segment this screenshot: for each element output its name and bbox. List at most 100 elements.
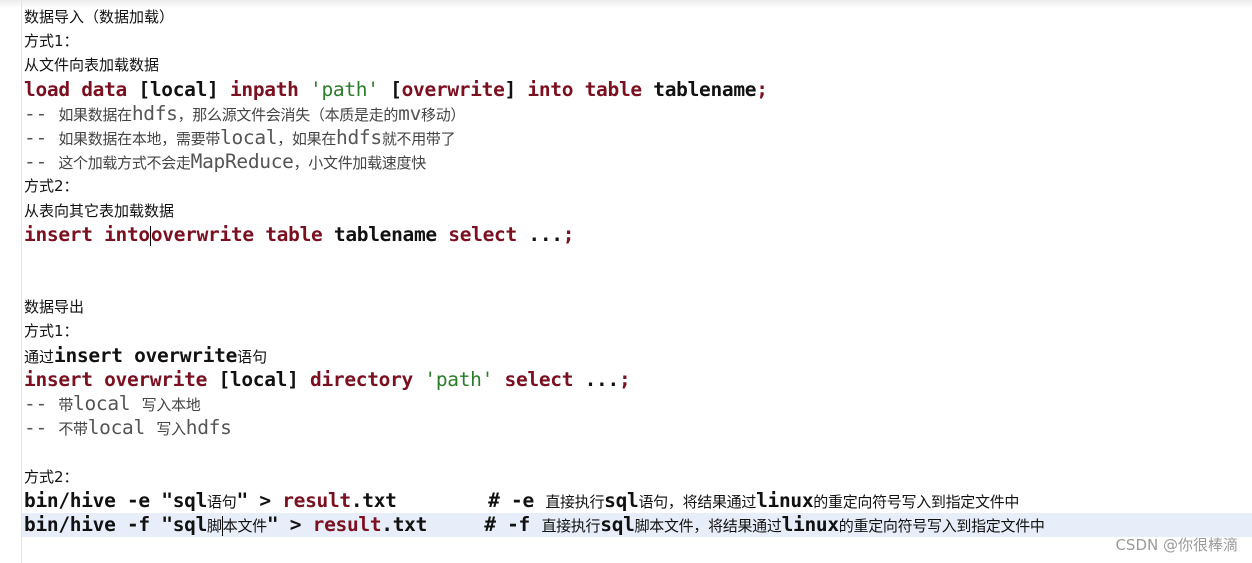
editor-line[interactable]: 方式1： [24,29,1252,53]
keyword-token: overwrite table [150,222,334,246]
keyword-token: result [312,512,382,536]
editor-line[interactable]: bin/hive -f "sql脚本文件" > result.txt # -f … [22,512,1252,538]
keyword-token: select [504,367,585,391]
text-token: [local] [138,77,230,101]
text-token: [ [378,77,402,101]
editor-line[interactable]: -- 如果数据在本地，需要带local，如果在hdfs就不用带了 [24,126,1252,150]
keyword-token: into table [527,77,654,101]
editor-line[interactable]: 方式1： [24,319,1252,343]
editor-line[interactable]: -- 不带local 写入hdfs [24,416,1252,440]
text-token: 的重定向符号写入到指定文件中 [813,492,1020,511]
text-token: 数据导出 [24,298,85,317]
comment-token: hdfs [336,125,382,149]
text-token: linux [781,512,840,536]
keyword-token: ; [756,77,768,101]
text-token: 语句 [207,492,237,511]
comment-token: hdfs [185,416,232,440]
comment-token: 就不用带了 [381,129,456,148]
text-token: .txt # -f [381,512,542,536]
keyword-token: load data [24,77,139,101]
text-token: 直接执行 [545,492,605,511]
text-token: 语句 [237,347,268,366]
text-token: 方式2： [24,467,79,486]
keyword-token: directory [310,367,425,391]
empty-line[interactable] [24,271,1252,295]
comment-token: local [220,125,278,149]
text-token: 方式1： [24,32,79,51]
comment-token: local [73,392,142,415]
editor-line[interactable]: 方式2： [24,465,1252,489]
keyword-token: inpath [229,77,311,101]
text-token: insert overwrite [54,343,238,367]
editor-line[interactable]: 从表向其它表加载数据 [24,199,1252,223]
text-token: linux [756,488,814,512]
comment-token: MapReduce [190,150,294,174]
text-token: 本文件 [222,516,267,535]
text-token: 的重定向符号写入到指定文件中 [838,516,1045,535]
text-token: 数据导入（数据加载） [24,8,175,26]
text-token: .txt # -e [350,488,546,512]
text-token: ] [504,77,528,101]
text-token: sql [604,488,639,512]
comment-token: 带 [58,396,74,414]
keyword-token: insert into [24,222,150,246]
editor-line[interactable]: insert overwrite [local] directory 'path… [24,368,1252,392]
keyword-token: ; [562,222,575,246]
text-token: 从文件向表加载数据 [24,56,160,75]
keyword-token: select [448,222,529,246]
keyword-token: overwrite [401,77,505,101]
text-token: 直接执行 [541,516,601,535]
comment-token: 写入 [156,420,186,439]
text-token: 方式2： [24,177,79,196]
comment-token: local [87,416,157,440]
editor-gutter-border [21,0,22,563]
text-token: 语句，将结果通过 [638,492,757,511]
text-token: 通过 [24,347,55,366]
comment-token: -- [24,150,59,174]
editor-line[interactable]: 从文件向表加载数据 [24,53,1252,77]
keyword-token: insert overwrite [24,367,219,391]
comment-token: -- [24,101,59,125]
text-token: tablename [653,77,757,101]
comment-token: 如果数据在 [58,105,132,124]
editor-line[interactable]: -- 这个加载方式不会走MapReduce，小文件加载速度快 [24,150,1252,174]
comment-token: -- [24,125,59,149]
comment-token: 这个加载方式不会走 [58,154,191,173]
text-token: 脚 [207,516,222,535]
text-editor[interactable]: 数据导入（数据加载） 方式1： 从文件向表加载数据 load data [local]… [22,5,1252,538]
editor-line[interactable]: 数据导出 [24,295,1252,319]
editor-line[interactable]: 通过insert overwrite语句 [24,344,1252,368]
text-token: " > [266,512,313,536]
comment-token: 移动） [421,105,466,124]
string-token: 'path' [424,367,494,391]
editor-line[interactable]: 方式2： [24,174,1252,198]
text-token: bin/hive -f "sql [24,512,208,536]
editor-line[interactable]: -- 带local 写入本地 [24,392,1252,416]
empty-line[interactable] [24,440,1252,464]
editor-line[interactable]: load data [local] inpath 'path' [overwri… [24,78,1252,102]
comment-token: -- [24,416,59,440]
comment-token: 不带 [58,420,88,439]
comment-token: ，那么源文件会消失（本质是走的 [177,105,399,124]
text-token: ... [528,222,563,246]
comment-token: mv [398,101,422,125]
comment-token: ，如果在 [277,129,337,148]
text-token: sql [600,512,635,536]
keyword-token: ; [618,367,631,391]
editor-line[interactable]: 数据导入（数据加载） [24,5,1252,29]
empty-line[interactable] [24,247,1252,271]
comment-token: 如果数据在本地，需要带 [58,129,221,148]
text-token: [local] [218,367,311,391]
editor-line[interactable]: -- 如果数据在hdfs，那么源文件会消失（本质是走的mv移动） [24,102,1252,126]
keyword-token: result [282,488,351,512]
text-token: 脚本文件，将结果通过 [634,516,782,535]
comment-token: 写入本地 [141,396,201,414]
comment-token: hdfs [131,101,178,125]
text-token: tablename [333,222,449,246]
editor-line[interactable]: insert intooverwrite table tablename sel… [24,223,1252,247]
watermark: CSDN @你很棒滴 [1115,536,1238,554]
string-token: 'path' [310,77,379,101]
comment-token: ，小文件加载速度快 [293,154,427,173]
editor-line[interactable]: bin/hive -e "sql语句" > result.txt # -e 直接… [24,489,1252,513]
